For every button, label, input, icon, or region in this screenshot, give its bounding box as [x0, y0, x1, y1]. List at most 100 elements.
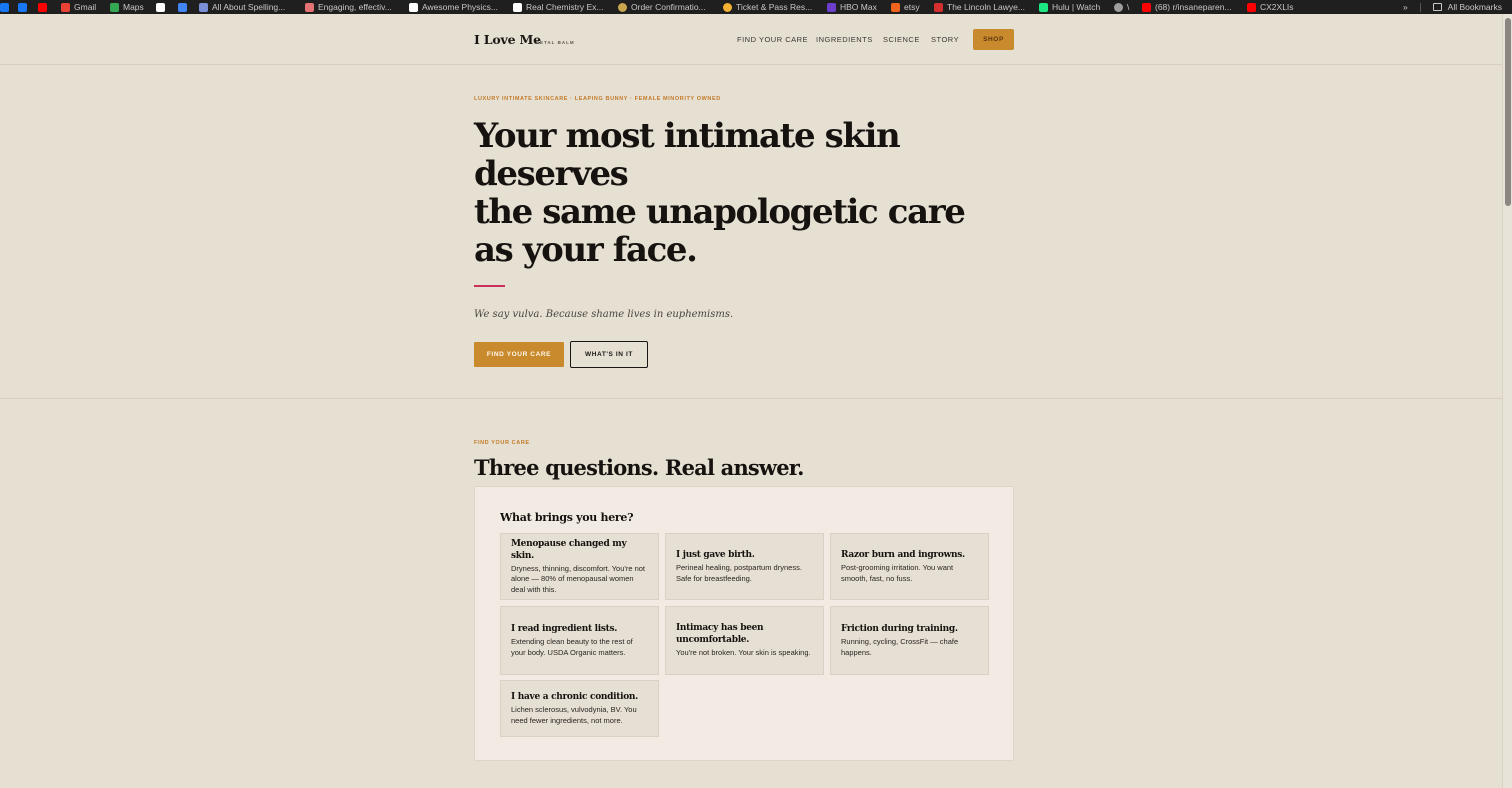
option-title: Menopause changed my skin.	[511, 538, 627, 561]
bookmark-maps[interactable]: Maps	[110, 0, 144, 14]
quiz-option-intimacy[interactable]: Intimacy has been uncomfortable. You're …	[665, 606, 824, 675]
nav-story[interactable]: STORY	[931, 35, 959, 44]
gear-icon	[1114, 2, 1123, 12]
amazon-icon	[513, 2, 522, 12]
hero-tagline: We say vulva. Because shame lives in eup…	[474, 309, 734, 320]
bookmark-facebook[interactable]	[18, 0, 31, 14]
bookmark-label: \	[1127, 2, 1130, 12]
option-description: Perineal healing, postpartum dryness. Sa…	[676, 563, 802, 583]
bookmark-label: Gmail	[74, 2, 97, 12]
facebook-icon	[18, 2, 27, 12]
option-description: Extending clean beauty to the rest of yo…	[511, 637, 633, 657]
option-title: I read ingredient lists.	[511, 624, 618, 634]
hero-title-line: deserves	[474, 154, 629, 194]
bookmark-label: etsy	[904, 2, 920, 12]
bookmark-label: HBO Max	[840, 2, 877, 12]
more-bookmarks-chevron-icon[interactable]: »	[1403, 2, 1408, 12]
option-description: You're not broken. Your skin is speaking…	[676, 648, 811, 658]
quiz-title: Three questions. Real answer.	[474, 455, 804, 480]
quiz-option-ingredients[interactable]: I read ingredient lists. Extending clean…	[500, 606, 659, 675]
whats-in-it-button[interactable]: WHAT'S IN IT	[570, 341, 648, 368]
nav-find-your-care[interactable]: FIND YOUR CARE	[737, 35, 808, 44]
bookmark-chemistry[interactable]: Real Chemistry Ex...	[513, 0, 603, 14]
quiz-option-training[interactable]: Friction during training. Running, cycli…	[830, 606, 989, 675]
find-your-care-button[interactable]: FIND YOUR CARE	[474, 342, 564, 367]
bookmark-amazon[interactable]	[156, 0, 169, 14]
bookmark-engaging[interactable]: Engaging, effectiv...	[305, 0, 392, 14]
order-icon	[618, 2, 627, 12]
nav-science[interactable]: SCIENCE	[883, 35, 920, 44]
bookmark-google[interactable]	[178, 0, 191, 14]
bookmark-etsy[interactable]: etsy	[891, 0, 920, 14]
site-icon	[934, 2, 943, 12]
hero-title: Your most intimate skin deserves the sam…	[474, 117, 994, 269]
bookmark-label: Awesome Physics...	[422, 2, 498, 12]
option-description: Running, cycling, CrossFit — chafe happe…	[841, 637, 959, 657]
option-title: Friction during training.	[841, 624, 958, 634]
bookmark-label: The Lincoln Lawye...	[947, 2, 1025, 12]
scrollbar-thumb[interactable]	[1505, 18, 1511, 206]
facebook-icon	[0, 2, 9, 12]
site-icon	[305, 2, 314, 12]
accent-divider	[474, 285, 505, 287]
all-bookmarks-label[interactable]: All Bookmarks	[1448, 2, 1502, 12]
hero-eyebrow: LUXURY INTIMATE SKINCARE · LEAPING BUNNY…	[474, 96, 721, 102]
option-title: I have a chronic condition.	[511, 692, 639, 702]
youtube-icon	[38, 2, 47, 12]
bookmark-spelling[interactable]: All About Spelling...	[199, 0, 285, 14]
maps-icon	[110, 2, 119, 12]
bookmarks-right: » All Bookmarks	[1403, 0, 1502, 14]
ticket-icon	[723, 2, 732, 12]
hulu-icon	[1039, 2, 1048, 12]
amazon-icon	[156, 2, 165, 12]
quiz-card: What brings you here? Menopause changed …	[474, 486, 1014, 761]
quiz-option-chronic[interactable]: I have a chronic condition. Lichen scler…	[500, 680, 659, 737]
bookmark-gmail[interactable]: Gmail	[61, 0, 96, 14]
folder-icon	[1432, 3, 1442, 11]
bookmark-hbo[interactable]: HBO Max	[827, 0, 877, 14]
site-icon	[199, 2, 208, 12]
etsy-icon	[891, 2, 900, 12]
bookmark-reddit[interactable]: (68) r/insaneparen...	[1142, 0, 1232, 14]
bookmarks-bar: Gmail Maps All About Spelling... Engagin…	[0, 0, 1512, 14]
bookmark-label: Order Confirmatio...	[631, 2, 706, 12]
option-description: Dryness, thinning, discomfort. You're no…	[511, 563, 646, 594]
bookmark-label: Engaging, effectiv...	[318, 2, 392, 12]
bookmark-label: All About Spelling...	[212, 2, 286, 12]
shop-button[interactable]: SHOP	[973, 29, 1014, 50]
quiz-option-razor-burn[interactable]: Razor burn and ingrowns. Post-grooming i…	[830, 533, 989, 600]
option-title: I just gave birth.	[676, 550, 755, 560]
quiz-eyebrow: FIND YOUR CARE	[474, 440, 530, 446]
bookmark-hulu[interactable]: Hulu | Watch	[1039, 0, 1100, 14]
nav-ingredients[interactable]: INGREDIENTS	[816, 35, 873, 44]
bookmark-label: Maps	[123, 2, 144, 12]
bookmark-label: (68) r/insaneparen...	[1155, 2, 1232, 12]
hbo-icon	[827, 2, 836, 12]
section-divider	[0, 398, 1502, 399]
bookmark-ticket[interactable]: Ticket & Pass Res...	[723, 0, 812, 14]
bookmark-youtube[interactable]	[38, 0, 51, 14]
bookmark-label: Ticket & Pass Res...	[736, 2, 813, 12]
bookmark-facebook[interactable]	[0, 0, 13, 14]
quiz-question: What brings you here?	[500, 511, 634, 524]
quiz-option-menopause[interactable]: Menopause changed my skin. Dryness, thin…	[500, 533, 659, 600]
option-description: Lichen sclerosus, vulvodynia, BV. You ne…	[511, 705, 637, 725]
quiz-option-gave-birth[interactable]: I just gave birth. Perineal healing, pos…	[665, 533, 824, 600]
bookmark-label: Hulu | Watch	[1052, 2, 1101, 12]
bookmark-settings[interactable]: \	[1114, 0, 1129, 14]
bookmark-cx[interactable]: CX2XLIs	[1247, 0, 1294, 14]
google-icon	[178, 2, 187, 12]
logo-subtitle: PETAL BALM	[536, 40, 575, 45]
bookmark-order[interactable]: Order Confirmatio...	[618, 0, 706, 14]
gmail-icon	[61, 2, 70, 12]
youtube-icon	[1247, 2, 1256, 12]
separator	[1419, 2, 1421, 12]
bookmark-label: CX2XLIs	[1260, 2, 1294, 12]
page-scrollbar[interactable]	[1502, 14, 1512, 788]
logo[interactable]: I Love Me	[474, 32, 541, 47]
hero-title-line: as your face.	[474, 230, 698, 270]
bookmark-lincoln[interactable]: The Lincoln Lawye...	[934, 0, 1025, 14]
bookmark-physics[interactable]: Awesome Physics...	[409, 0, 498, 14]
option-title: Razor burn and ingrowns.	[841, 550, 965, 560]
youtube-icon	[1142, 2, 1151, 12]
